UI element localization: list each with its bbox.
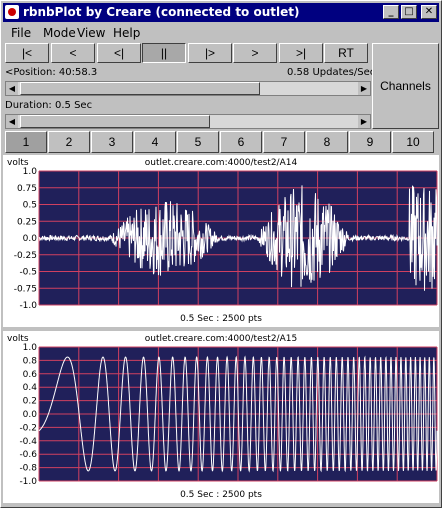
y-tick-label: -0.6 (19, 450, 37, 460)
channels-button[interactable]: Channels (372, 43, 439, 129)
pause-button[interactable]: || (142, 43, 186, 63)
position-label: <Position: 40:58.3 (5, 67, 98, 78)
scroll-right-icon[interactable]: ▶ (358, 82, 370, 95)
y-tick-label: 0.0 (23, 410, 38, 420)
channel-tab-9[interactable]: 9 (349, 131, 391, 153)
minimize-button[interactable]: _ (383, 5, 399, 19)
menu-file[interactable]: File (11, 26, 31, 40)
menu-help[interactable]: Help (113, 26, 140, 40)
menu-mode[interactable]: Mode (43, 26, 76, 40)
y-tick-label: -0.25 (14, 251, 37, 261)
jump-start-button[interactable]: |< (5, 43, 49, 63)
channel-tab-1[interactable]: 1 (5, 131, 47, 153)
position-scrollbar[interactable]: ◀ ▶ (5, 81, 371, 96)
updates-label: 0.58 Updates/Sec (287, 67, 376, 78)
y-tick-label: 0.25 (17, 217, 37, 227)
plot-panel-a15: volts outlet.creare.com:4000/test2/A15 1… (3, 331, 439, 503)
channel-tab-3[interactable]: 3 (91, 131, 133, 153)
step-back-button[interactable]: < (51, 43, 95, 63)
channel-tab-2[interactable]: 2 (48, 131, 90, 153)
y-tick-labels: 1.0 0.8 0.6 0.4 0.2 0.0 -0.2 -0.4 -0.6 -0.8 -1.0 (19, 343, 37, 487)
channel-tab-10[interactable]: 10 (392, 131, 434, 153)
play-forward-button[interactable]: |> (188, 43, 232, 63)
window-title: rbnbPlot by Creare (connected to outlet) (23, 5, 300, 19)
channel-tab-7[interactable]: 7 (263, 131, 305, 153)
plot-channel-label: outlet.creare.com:4000/test2/A15 (145, 334, 297, 344)
close-button[interactable]: ✕ (421, 5, 437, 19)
app-window: rbnbPlot by Creare (connected to outlet)… (0, 0, 442, 508)
y-tick-label: 0.5 (23, 201, 37, 211)
y-tick-label: -0.2 (19, 423, 37, 433)
y-tick-label: -0.4 (19, 437, 37, 447)
y-tick-label: -1.0 (19, 477, 37, 487)
scroll-right-icon[interactable]: ▶ (358, 115, 370, 128)
plot-channel-label: outlet.creare.com:4000/test2/A14 (145, 158, 298, 168)
channel-tab-4[interactable]: 4 (134, 131, 176, 153)
app-icon (5, 5, 19, 19)
plot-footer-label: 0.5 Sec : 2500 pts (180, 314, 262, 324)
y-tick-label: -0.75 (14, 284, 37, 294)
play-back-button[interactable]: <| (97, 43, 141, 63)
plot-footer-label: 0.5 Sec : 2500 pts (180, 490, 262, 500)
y-tick-labels: 1.0 0.75 0.5 0.25 0.0 -0.25 -0.5 -0.75 -1.0 (14, 167, 38, 311)
title-bar[interactable]: rbnbPlot by Creare (connected to outlet)… (3, 3, 439, 22)
jump-end-button[interactable]: >| (279, 43, 323, 63)
y-tick-label: 0.6 (23, 370, 38, 380)
plot-panel-a14: volts outlet.creare.com:4000/test2/A14 1… (3, 155, 439, 327)
y-tick-label: -0.5 (19, 268, 37, 278)
realtime-button[interactable]: RT (324, 43, 368, 63)
y-tick-label: 0.75 (17, 184, 37, 194)
y-tick-label: 0.8 (23, 356, 38, 366)
step-forward-button[interactable]: > (233, 43, 277, 63)
position-scroll-thumb[interactable] (20, 82, 260, 95)
duration-label: Duration: 0.5 Sec (5, 100, 93, 111)
duration-scroll-thumb[interactable] (20, 115, 210, 128)
y-tick-label: -1.0 (19, 301, 37, 311)
y-tick-label: 1.0 (23, 343, 38, 353)
channel-tab-8[interactable]: 8 (306, 131, 348, 153)
channel-tab-6[interactable]: 6 (220, 131, 262, 153)
plot-a15: volts outlet.creare.com:4000/test2/A15 1… (7, 334, 438, 500)
y-tick-label: -0.8 (19, 464, 37, 474)
y-tick-label: 1.0 (23, 167, 38, 177)
menu-view[interactable]: View (77, 26, 105, 40)
channel-tab-5[interactable]: 5 (177, 131, 219, 153)
y-tick-label: 0.2 (23, 397, 37, 407)
maximize-button[interactable]: □ (401, 5, 417, 19)
y-tick-label: 0.0 (23, 234, 38, 244)
plot-a14: volts outlet.creare.com:4000/test2/A14 1… (7, 158, 438, 324)
y-tick-label: 0.4 (23, 383, 38, 393)
scroll-left-icon[interactable]: ◀ (6, 115, 18, 128)
duration-scrollbar[interactable]: ◀ ▶ (5, 114, 371, 129)
scroll-left-icon[interactable]: ◀ (6, 82, 18, 95)
channel-tab-row: 1 2 3 4 5 6 7 8 9 10 (5, 131, 439, 153)
menu-bar: File Mode View Help (3, 23, 439, 41)
